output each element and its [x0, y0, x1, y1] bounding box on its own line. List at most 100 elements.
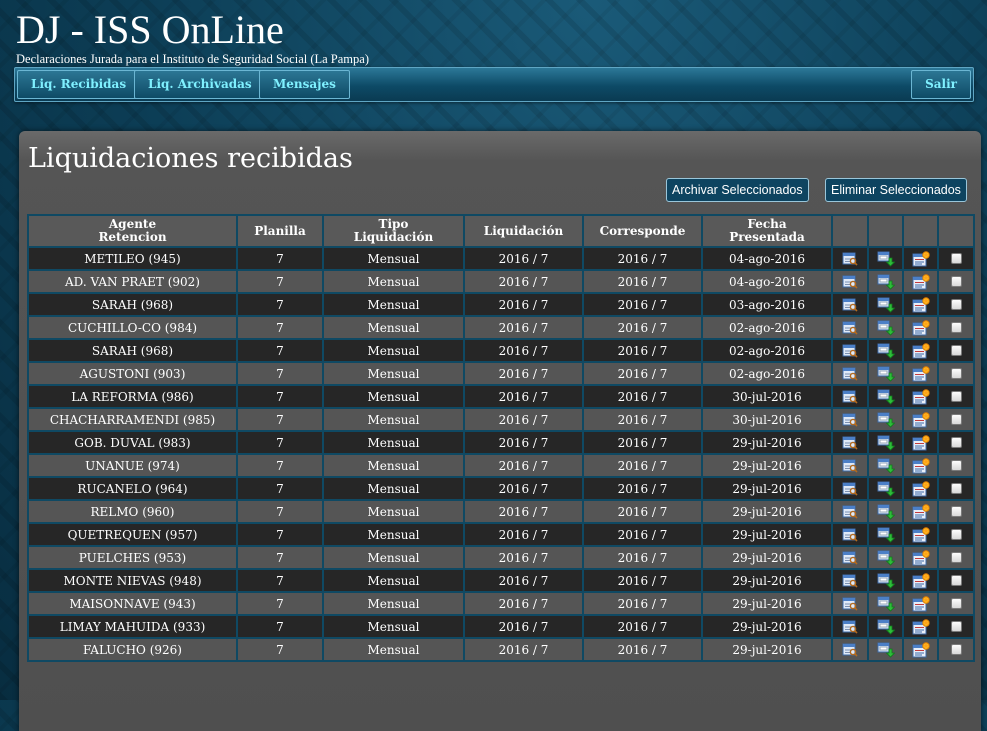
download-icon[interactable]	[867, 338, 904, 363]
view-report-icon[interactable]	[831, 522, 869, 547]
download-icon[interactable]	[867, 545, 904, 570]
col-view	[831, 214, 869, 248]
download-icon[interactable]	[867, 315, 904, 340]
view-report-icon[interactable]	[831, 614, 869, 639]
view-report-icon[interactable]	[831, 476, 869, 501]
select-checkbox[interactable]	[950, 575, 962, 586]
cell-corresponde: 2016 / 7	[582, 545, 703, 570]
download-icon[interactable]	[867, 246, 904, 271]
col-agente-retencion[interactable]: Agente Retencion	[27, 214, 238, 248]
select-checkbox[interactable]	[950, 552, 962, 563]
view-report-icon[interactable]	[831, 292, 869, 317]
archive-icon[interactable]	[902, 292, 939, 317]
archive-icon[interactable]	[902, 407, 939, 432]
view-report-icon[interactable]	[831, 338, 869, 363]
download-icon[interactable]	[867, 637, 904, 662]
select-checkbox[interactable]	[950, 253, 962, 264]
nav-liq-archivadas[interactable]: Liq. Archivadas	[134, 70, 266, 99]
archive-icon[interactable]	[902, 591, 939, 616]
nav-salir[interactable]: Salir	[911, 70, 971, 99]
view-report-icon[interactable]	[831, 430, 869, 455]
download-icon[interactable]	[867, 499, 904, 524]
view-report-icon[interactable]	[831, 568, 869, 593]
archive-icon[interactable]	[902, 338, 939, 363]
select-checkbox[interactable]	[950, 368, 962, 379]
cell-tipo: Mensual	[322, 338, 465, 363]
cell-agente: QUETREQUEN (957)	[27, 522, 238, 547]
view-report-icon[interactable]	[831, 315, 869, 340]
archive-icon[interactable]	[902, 522, 939, 547]
view-report-icon[interactable]	[831, 591, 869, 616]
download-icon[interactable]	[867, 361, 904, 386]
view-report-icon[interactable]	[831, 545, 869, 570]
select-checkbox[interactable]	[950, 483, 962, 494]
download-icon[interactable]	[867, 568, 904, 593]
select-checkbox[interactable]	[950, 391, 962, 402]
download-icon[interactable]	[867, 384, 904, 409]
select-checkbox[interactable]	[950, 299, 962, 310]
archive-selected-button[interactable]: Archivar Seleccionados	[666, 178, 809, 202]
nav-liq-recibidas[interactable]: Liq. Recibidas	[17, 70, 141, 99]
download-icon[interactable]	[867, 522, 904, 547]
view-report-icon[interactable]	[831, 499, 869, 524]
select-cell	[937, 499, 975, 524]
col-liquidacion[interactable]: Liquidación	[463, 214, 584, 248]
nav-mensajes[interactable]: Mensajes	[259, 70, 350, 99]
archive-icon[interactable]	[902, 637, 939, 662]
view-report-icon[interactable]	[831, 384, 869, 409]
select-checkbox[interactable]	[950, 345, 962, 356]
col-fecha-presentada[interactable]: Fecha Presentada	[701, 214, 833, 248]
select-checkbox[interactable]	[950, 460, 962, 471]
archive-icon[interactable]	[902, 246, 939, 271]
view-report-icon[interactable]	[831, 361, 869, 386]
archive-icon[interactable]	[902, 453, 939, 478]
view-report-icon[interactable]	[831, 246, 869, 271]
select-cell	[937, 637, 975, 662]
select-checkbox[interactable]	[950, 437, 962, 448]
cell-agente: LIMAY MAHUIDA (933)	[27, 614, 238, 639]
select-checkbox[interactable]	[950, 506, 962, 517]
archive-icon[interactable]	[902, 384, 939, 409]
archive-icon[interactable]	[902, 361, 939, 386]
cell-tipo: Mensual	[322, 269, 465, 294]
archive-icon[interactable]	[902, 568, 939, 593]
archive-icon[interactable]	[902, 545, 939, 570]
download-icon[interactable]	[867, 269, 904, 294]
archive-icon[interactable]	[902, 430, 939, 455]
download-icon[interactable]	[867, 591, 904, 616]
select-checkbox[interactable]	[950, 322, 962, 333]
select-checkbox[interactable]	[950, 598, 962, 609]
table-row: SARAH (968) 7 Mensual 2016 / 7 2016 / 7 03-ag…	[27, 292, 975, 317]
col-tipo-liquidacion[interactable]: Tipo Liquidación	[322, 214, 465, 248]
view-report-icon[interactable]	[831, 453, 869, 478]
select-checkbox[interactable]	[950, 621, 962, 632]
download-icon[interactable]	[867, 407, 904, 432]
archive-icon[interactable]	[902, 614, 939, 639]
select-checkbox[interactable]	[950, 414, 962, 425]
cell-liquidacion: 2016 / 7	[463, 637, 584, 662]
view-report-icon[interactable]	[831, 269, 869, 294]
cell-liquidacion: 2016 / 7	[463, 430, 584, 455]
col-planilla[interactable]: Planilla	[236, 214, 324, 248]
archive-icon[interactable]	[902, 269, 939, 294]
select-checkbox[interactable]	[950, 529, 962, 540]
cell-planilla: 7	[236, 453, 324, 478]
download-icon[interactable]	[867, 430, 904, 455]
archive-icon[interactable]	[902, 499, 939, 524]
download-icon[interactable]	[867, 453, 904, 478]
archive-icon[interactable]	[902, 476, 939, 501]
view-report-icon[interactable]	[831, 637, 869, 662]
delete-selected-button[interactable]: Eliminar Seleccionados	[825, 178, 967, 202]
cell-fecha: 30-jul-2016	[701, 407, 833, 432]
col-corresponde[interactable]: Corresponde	[582, 214, 703, 248]
download-icon[interactable]	[867, 476, 904, 501]
select-checkbox[interactable]	[950, 644, 962, 655]
archive-icon[interactable]	[902, 315, 939, 340]
table-row: CHACHARRAMENDI (985) 7 Mensual 2016 / 7 2016…	[27, 407, 975, 432]
download-icon[interactable]	[867, 292, 904, 317]
cell-tipo: Mensual	[322, 499, 465, 524]
view-report-icon[interactable]	[831, 407, 869, 432]
col-download	[867, 214, 904, 248]
download-icon[interactable]	[867, 614, 904, 639]
select-checkbox[interactable]	[950, 276, 962, 287]
